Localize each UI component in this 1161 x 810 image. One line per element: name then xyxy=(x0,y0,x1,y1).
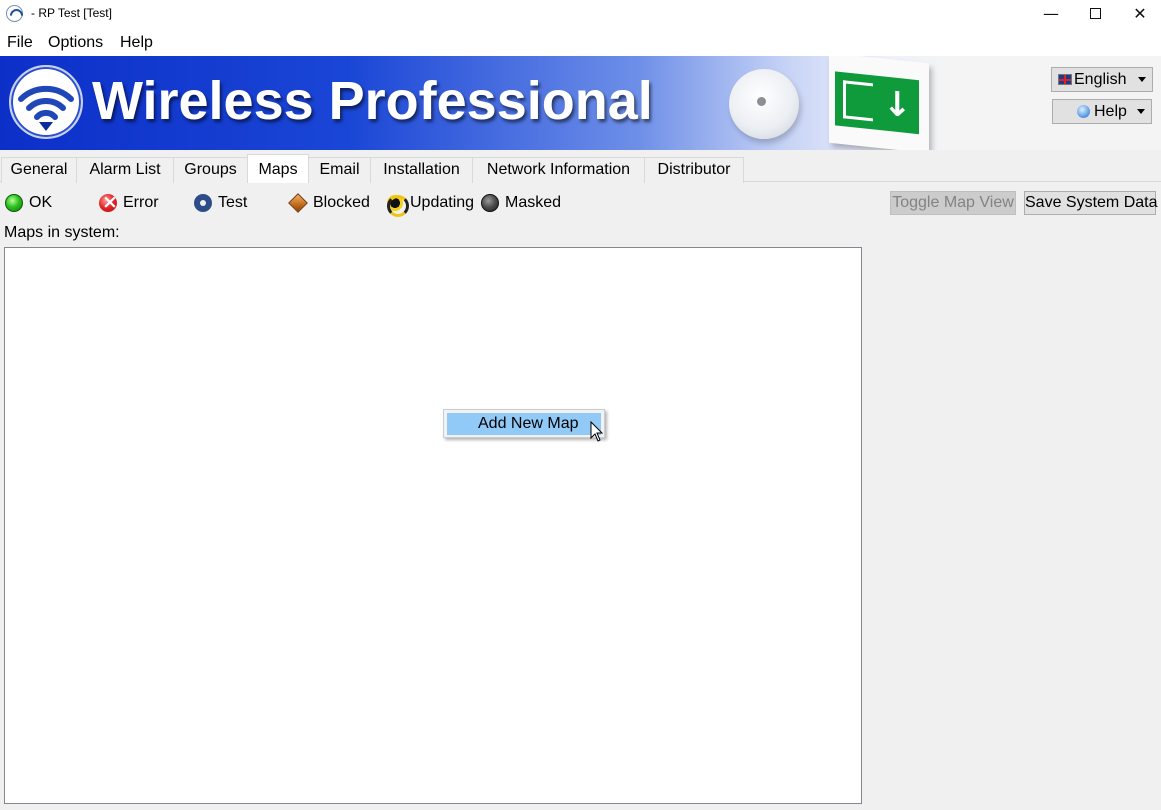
exit-sign-image: ↓ xyxy=(829,56,929,150)
mouse-cursor-icon xyxy=(590,421,604,442)
maximize-button[interactable] xyxy=(1072,0,1118,28)
tab-installation[interactable]: Installation xyxy=(370,157,473,183)
help-globe-icon xyxy=(1077,105,1090,118)
tab-groups[interactable]: Groups xyxy=(173,157,248,183)
uk-flag-icon xyxy=(1058,74,1072,85)
chevron-down-icon xyxy=(1137,109,1145,114)
maps-in-system-label: Maps in system: xyxy=(4,224,120,241)
menu-file[interactable]: File xyxy=(7,34,33,52)
context-menu: Add New Map xyxy=(443,409,605,438)
help-dropdown[interactable]: Help xyxy=(1052,99,1152,124)
chevron-down-icon xyxy=(1138,77,1146,82)
title-bar: - RP Test [Test] — ✕ xyxy=(0,0,1161,28)
wifi-logo-icon xyxy=(9,65,83,139)
add-new-map-menu-item[interactable]: Add New Map xyxy=(447,413,601,435)
banner: Wireless Professional ↓ xyxy=(0,56,1161,150)
app-wifi-icon xyxy=(6,5,23,22)
menu-bar: File Options Help xyxy=(0,28,1161,56)
language-dropdown[interactable]: English xyxy=(1051,67,1153,92)
menu-help[interactable]: Help xyxy=(120,34,153,52)
toggle-map-view-button[interactable]: Toggle Map View xyxy=(890,191,1016,215)
minimize-button[interactable]: — xyxy=(1028,0,1074,28)
banner-title: Wireless Professional xyxy=(92,71,653,131)
menu-options[interactable]: Options xyxy=(48,34,103,52)
language-label: English xyxy=(1074,71,1127,88)
orange-diamond-icon xyxy=(288,193,308,213)
green-circle-icon xyxy=(5,194,23,212)
tab-general[interactable]: General xyxy=(1,157,77,183)
tab-maps[interactable]: Maps xyxy=(247,154,309,183)
window-title: - RP Test [Test] xyxy=(31,6,112,20)
tab-network-information[interactable]: Network Information xyxy=(472,157,645,183)
refresh-arrows-icon xyxy=(386,194,409,217)
gear-icon xyxy=(194,194,212,212)
close-button[interactable]: ✕ xyxy=(1117,0,1161,28)
tab-email[interactable]: Email xyxy=(308,157,371,183)
save-system-data-button[interactable]: Save System Data xyxy=(1024,191,1158,215)
tab-distributor[interactable]: Distributor xyxy=(644,157,744,183)
grey-circle-icon xyxy=(481,194,499,212)
maps-list-panel[interactable] xyxy=(4,247,862,804)
tab-alarm-list[interactable]: Alarm List xyxy=(76,157,174,183)
maximize-icon xyxy=(1089,8,1101,19)
red-x-circle-icon xyxy=(99,191,118,213)
help-label: Help xyxy=(1094,103,1127,120)
smoke-detector-image xyxy=(729,69,799,139)
